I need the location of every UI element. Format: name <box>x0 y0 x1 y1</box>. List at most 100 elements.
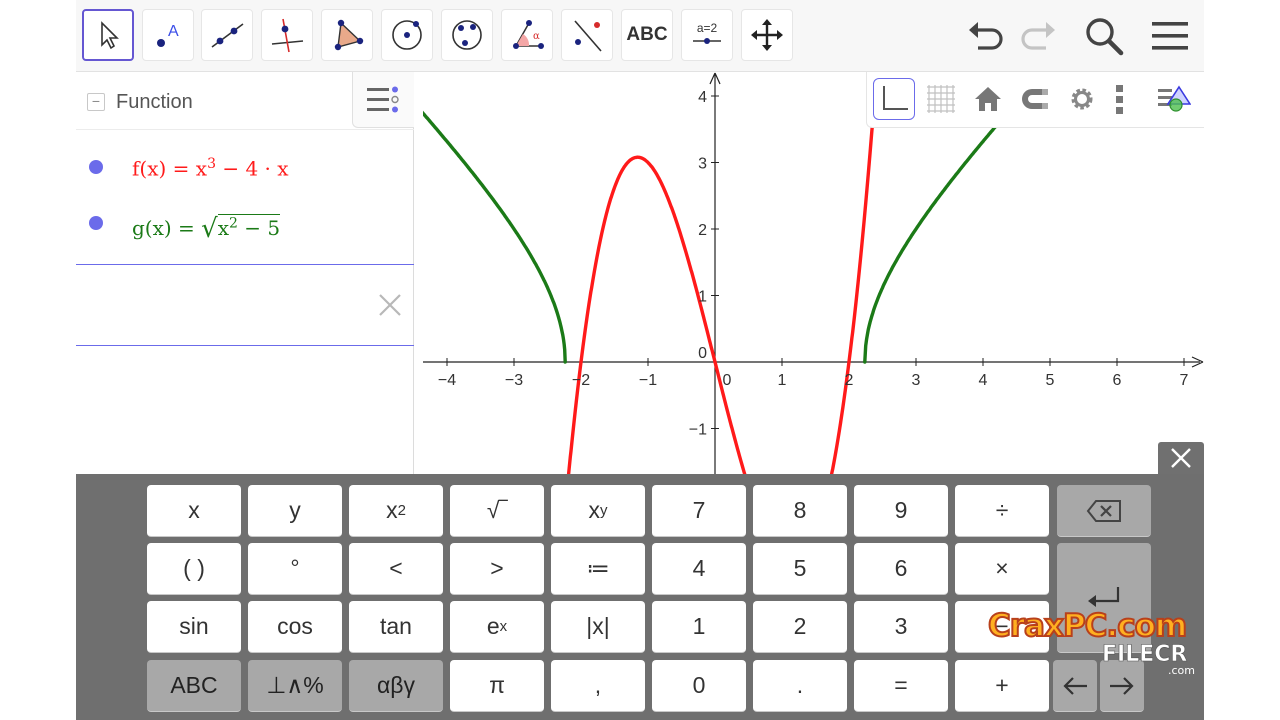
key-equals[interactable]: = <box>854 660 948 712</box>
key-9[interactable]: 9 <box>854 485 948 537</box>
collapse-icon[interactable]: − <box>87 93 105 111</box>
redo-icon <box>1021 22 1055 50</box>
key-superscript: x <box>499 618 508 635</box>
algebra-group-title: Function <box>116 91 193 113</box>
key-x-squared[interactable]: x2 <box>349 485 443 537</box>
key-greek[interactable]: αβγ <box>349 660 443 712</box>
g-radicand-exponent: 2 <box>229 215 238 232</box>
key-5[interactable]: 5 <box>753 543 847 595</box>
key-1[interactable]: 1 <box>652 601 746 653</box>
key-label: < <box>389 555 403 581</box>
circle-tool-icon <box>392 20 422 50</box>
y-tick-label: 0 <box>698 345 707 362</box>
key-2[interactable]: 2 <box>753 601 847 653</box>
key-cos[interactable]: cos <box>248 601 342 653</box>
key-0[interactable]: 0 <box>652 660 746 712</box>
key-pi[interactable]: π <box>450 660 544 712</box>
algebra-input-row[interactable] <box>76 264 414 346</box>
algebra-style-bar-button[interactable] <box>352 72 414 128</box>
key-y[interactable]: y <box>248 485 342 537</box>
move-graphics-view-tool[interactable] <box>741 9 793 61</box>
key-7[interactable]: 7 <box>652 485 746 537</box>
key-3[interactable]: 3 <box>854 601 948 653</box>
function-plot[interactable]: −4 −3 −2 −1 0 1 2 3 4 5 6 7 4 3 2 1 0 −1 <box>423 72 1204 474</box>
key-label: × <box>995 555 1009 581</box>
menu-button[interactable] <box>1146 12 1194 60</box>
redo-button[interactable] <box>1014 12 1062 60</box>
move-tool-icon <box>101 21 119 50</box>
algebra-item-f[interactable]: f(x) = x3 − 4 · x <box>76 142 414 198</box>
circle-tool[interactable] <box>381 9 433 61</box>
perpendicular-line-tool[interactable] <box>261 9 313 61</box>
y-tick-label: −1 <box>689 422 707 439</box>
reflect-tool-icon <box>574 20 602 52</box>
undo-button[interactable] <box>962 12 1010 60</box>
x-tick-label: 3 <box>912 372 921 389</box>
search-button[interactable] <box>1080 12 1128 60</box>
key-label: |x| <box>586 613 610 639</box>
key-label: ( ) <box>183 555 205 581</box>
keyboard-close-button[interactable] <box>1158 442 1204 474</box>
backspace-key[interactable] <box>1057 485 1151 537</box>
key-greater-than[interactable]: > <box>450 543 544 595</box>
svg-text:A: A <box>168 23 179 40</box>
key-multiply[interactable]: × <box>955 543 1049 595</box>
x-tick-label: 2 <box>845 372 854 389</box>
point-capturing-button[interactable] <box>1014 78 1056 120</box>
key-decimal[interactable]: . <box>753 660 847 712</box>
key-x[interactable]: x <box>147 485 241 537</box>
y-tick-label: 2 <box>698 222 707 239</box>
key-e-power-x[interactable]: ex <box>450 601 544 653</box>
key-4[interactable]: 4 <box>652 543 746 595</box>
slider-tool[interactable]: a=2 <box>681 9 733 61</box>
key-less-than[interactable]: < <box>349 543 443 595</box>
toggle-grid-button[interactable] <box>920 78 962 120</box>
search-icon <box>1086 18 1124 56</box>
key-degree[interactable]: ° <box>248 543 342 595</box>
point-tool[interactable]: A <box>142 9 194 61</box>
key-abc[interactable]: ABC <box>147 660 241 712</box>
key-logic-symbols[interactable]: ⊥∧% <box>248 660 342 712</box>
key-8[interactable]: 8 <box>753 485 847 537</box>
axes-icon <box>883 86 908 110</box>
key-x-power-y[interactable]: xy <box>551 485 645 537</box>
visibility-toggle-g[interactable] <box>89 216 103 230</box>
graphics-view[interactable]: −4 −3 −2 −1 0 1 2 3 4 5 6 7 4 3 2 1 0 −1 <box>423 72 1204 474</box>
close-icon[interactable] <box>376 291 404 319</box>
key-label: ≔ <box>586 555 610 581</box>
view-toggle-button[interactable] <box>1153 78 1195 120</box>
toggle-axes-button[interactable] <box>873 78 915 120</box>
reflect-tool[interactable] <box>561 9 613 61</box>
key-comma[interactable]: , <box>551 660 645 712</box>
more-options-button[interactable] <box>1108 78 1132 120</box>
key-tan[interactable]: tan <box>349 601 443 653</box>
visibility-toggle-f[interactable] <box>89 160 103 174</box>
key-label: ° <box>290 555 300 581</box>
key-label: 8 <box>793 497 807 523</box>
algebra-item-g[interactable]: g(x) = √x2 − 5 <box>76 198 414 254</box>
polygon-tool[interactable] <box>321 9 373 61</box>
tick-labels: −4 −3 −2 −1 0 1 2 3 4 5 6 7 4 3 2 1 0 −1 <box>438 89 1189 439</box>
conic-tool[interactable] <box>441 9 493 61</box>
key-label: y <box>289 497 301 523</box>
angle-tool[interactable]: α <box>501 9 553 61</box>
x-tick-label: −2 <box>572 372 590 389</box>
key-sin[interactable]: sin <box>147 601 241 653</box>
sort-options-icon <box>366 86 399 112</box>
more-vert-icon <box>1116 85 1123 114</box>
settings-button[interactable] <box>1061 78 1103 120</box>
home-button[interactable] <box>967 78 1009 120</box>
key-label: 9 <box>894 497 908 523</box>
line-tool[interactable] <box>201 9 253 61</box>
key-divide[interactable]: ÷ <box>955 485 1049 537</box>
key-assign[interactable]: ≔ <box>551 543 645 595</box>
key-sqrt[interactable]: √‾ <box>450 485 544 537</box>
move-tool[interactable] <box>82 9 134 61</box>
text-tool-label: ABC <box>626 24 668 45</box>
key-abs[interactable]: |x| <box>551 601 645 653</box>
key-parentheses[interactable]: ( ) <box>147 543 241 595</box>
key-6[interactable]: 6 <box>854 543 948 595</box>
key-label: 1 <box>692 613 706 639</box>
key-label: . <box>796 672 804 698</box>
text-tool[interactable]: ABC <box>621 9 673 61</box>
